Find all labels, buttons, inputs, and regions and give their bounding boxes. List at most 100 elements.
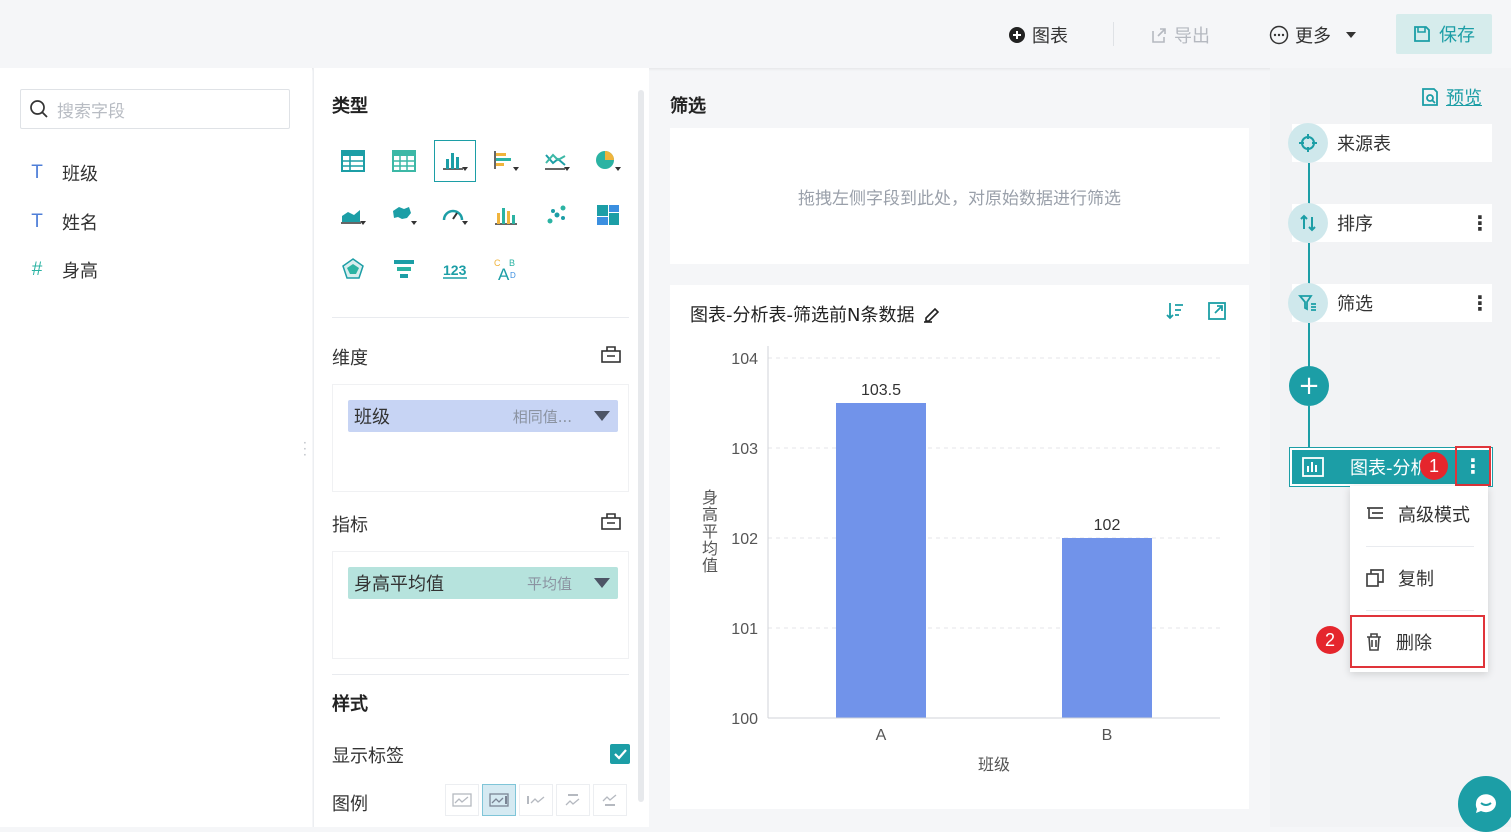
metric-settings-icon[interactable] xyxy=(601,512,621,530)
word-cloud-icon[interactable]: CABD xyxy=(485,248,527,290)
flow-step-label: 筛选 xyxy=(1337,294,1373,315)
menu-divider xyxy=(1366,610,1474,611)
panel-resize-handle[interactable]: · · · xyxy=(303,437,307,461)
data-label: 102 xyxy=(1094,517,1121,534)
section-divider xyxy=(332,317,629,318)
column-chart-icon[interactable] xyxy=(434,140,476,182)
delete-highlight-frame xyxy=(1350,615,1485,668)
line-chart-icon[interactable] xyxy=(536,140,578,182)
metric-drop-area[interactable]: 身高平均值 平均值 xyxy=(332,551,629,659)
field-label: 姓名 xyxy=(62,213,98,234)
copy-icon xyxy=(1366,569,1384,587)
field-item[interactable]: # 身高 xyxy=(28,257,98,283)
field-item[interactable]: T 姓名 xyxy=(28,209,98,235)
menu-item-copy[interactable]: 复制 xyxy=(1350,550,1488,606)
style-section-title: 样式 xyxy=(332,694,368,715)
data-label: 103.5 xyxy=(861,382,901,399)
metric-pill[interactable]: 身高平均值 平均值 xyxy=(348,567,618,599)
search-input[interactable]: 搜索字段 xyxy=(20,89,290,129)
funnel-icon[interactable] xyxy=(383,248,425,290)
plus-icon: + xyxy=(1298,371,1320,401)
target-icon xyxy=(1288,123,1328,163)
number-card-icon[interactable]: 123 xyxy=(434,248,476,290)
menu-item-label: 复制 xyxy=(1398,569,1434,590)
more-label: 更多 xyxy=(1295,26,1331,47)
metric-label: 指标 xyxy=(332,515,368,536)
gauge-icon[interactable] xyxy=(434,194,476,236)
combo-chart-icon[interactable] xyxy=(485,194,527,236)
filter-drop-area[interactable]: 拖拽左侧字段到此处，对原始数据进行筛选 xyxy=(670,128,1249,264)
chat-support-button[interactable] xyxy=(1458,776,1511,832)
scatter-icon[interactable] xyxy=(536,194,578,236)
export-button[interactable]: 导出 xyxy=(1150,22,1210,48)
y-tick-label: 102 xyxy=(731,531,758,548)
x-tick-label: A xyxy=(876,727,887,744)
caret-down-icon xyxy=(1346,32,1356,38)
caret-down-icon[interactable] xyxy=(594,578,610,588)
field-label: 身高 xyxy=(62,261,98,282)
preview-icon xyxy=(1422,88,1438,106)
bar-chart-icon[interactable] xyxy=(485,140,527,182)
config-scrollbar[interactable] xyxy=(638,90,644,802)
preview-link[interactable]: 预览 xyxy=(1420,84,1482,110)
legend-none-option[interactable] xyxy=(445,784,479,816)
y-tick-label: 103 xyxy=(731,441,758,458)
step-badge-2: 2 xyxy=(1316,626,1344,654)
legend-label: 图例 xyxy=(332,794,368,815)
map-icon[interactable] xyxy=(383,194,425,236)
dimension-settings-icon[interactable] xyxy=(601,345,621,363)
search-icon xyxy=(30,100,48,118)
x-tick-label: B xyxy=(1102,727,1113,744)
field-item[interactable]: T 班级 xyxy=(28,160,98,186)
flow-connector xyxy=(1308,163,1310,208)
dimension-pill-sub: 相同值... xyxy=(512,407,572,426)
menu-item-advanced-mode[interactable]: 高级模式 xyxy=(1350,486,1488,542)
flow-connector xyxy=(1308,243,1310,288)
plus-circle-icon xyxy=(1009,27,1025,43)
search-placeholder: 搜索字段 xyxy=(57,101,125,122)
save-button[interactable]: 保存 xyxy=(1396,14,1492,54)
show-labels-checkbox[interactable] xyxy=(610,744,630,764)
table-icon[interactable] xyxy=(332,140,374,182)
cross-table-icon[interactable] xyxy=(383,140,425,182)
step-badge-1: 1 xyxy=(1420,452,1448,480)
export-label: 导出 xyxy=(1174,26,1210,47)
add-chart-label: 图表 xyxy=(1032,26,1068,47)
text-type-icon: T xyxy=(31,162,43,183)
legend-top-option[interactable] xyxy=(556,784,590,816)
legend-bottom-option[interactable] xyxy=(593,784,627,816)
metric-pill-sub: 平均值 xyxy=(526,574,572,593)
bar-B xyxy=(1062,538,1152,718)
pie-chart-icon[interactable] xyxy=(587,140,629,182)
more-dropdown[interactable]: 更多 xyxy=(1269,22,1357,48)
dimension-pill[interactable]: 班级 相同值... xyxy=(348,400,618,432)
top-toolbar: 图表 导出 更多 保存 xyxy=(0,0,1511,68)
radar-icon[interactable] xyxy=(332,248,374,290)
legend-left-option[interactable] xyxy=(519,784,553,816)
chart-step-more-button[interactable]: ⋮ xyxy=(1455,446,1491,486)
flow-step-label: 排序 xyxy=(1337,214,1373,235)
bar-chart: 100 101 102 103 104 103.5 102 A B 班级 身高平均值 xyxy=(702,346,1220,774)
advanced-mode-icon xyxy=(1367,507,1383,519)
dimension-drop-area[interactable]: 班级 相同值... xyxy=(332,384,629,492)
legend-right-option[interactable] xyxy=(482,784,516,816)
y-tick-label: 100 xyxy=(731,711,758,728)
y-axis-title: 身高平均值 xyxy=(702,488,718,575)
add-step-button[interactable]: + xyxy=(1289,366,1329,406)
add-chart-button[interactable]: 图表 xyxy=(1008,22,1068,48)
dimension-label: 维度 xyxy=(332,348,368,369)
area-chart-icon[interactable] xyxy=(332,194,374,236)
step-more-icon[interactable]: ⋮ xyxy=(1470,211,1490,235)
filter-icon xyxy=(1288,283,1328,323)
flow-connector xyxy=(1308,323,1310,368)
step-more-icon[interactable]: ⋮ xyxy=(1470,291,1490,315)
y-tick-label: 104 xyxy=(731,351,758,368)
fields-panel: 搜索字段 T 班级 T 姓名 # 身高 xyxy=(0,68,312,827)
dimension-pill-label: 班级 xyxy=(354,407,390,428)
bar-A xyxy=(836,403,926,718)
check-icon xyxy=(614,749,627,760)
treemap-icon[interactable] xyxy=(587,194,629,236)
caret-down-icon[interactable] xyxy=(594,411,610,421)
svg-text:123: 123 xyxy=(443,262,467,278)
flow-connector xyxy=(1308,406,1310,450)
